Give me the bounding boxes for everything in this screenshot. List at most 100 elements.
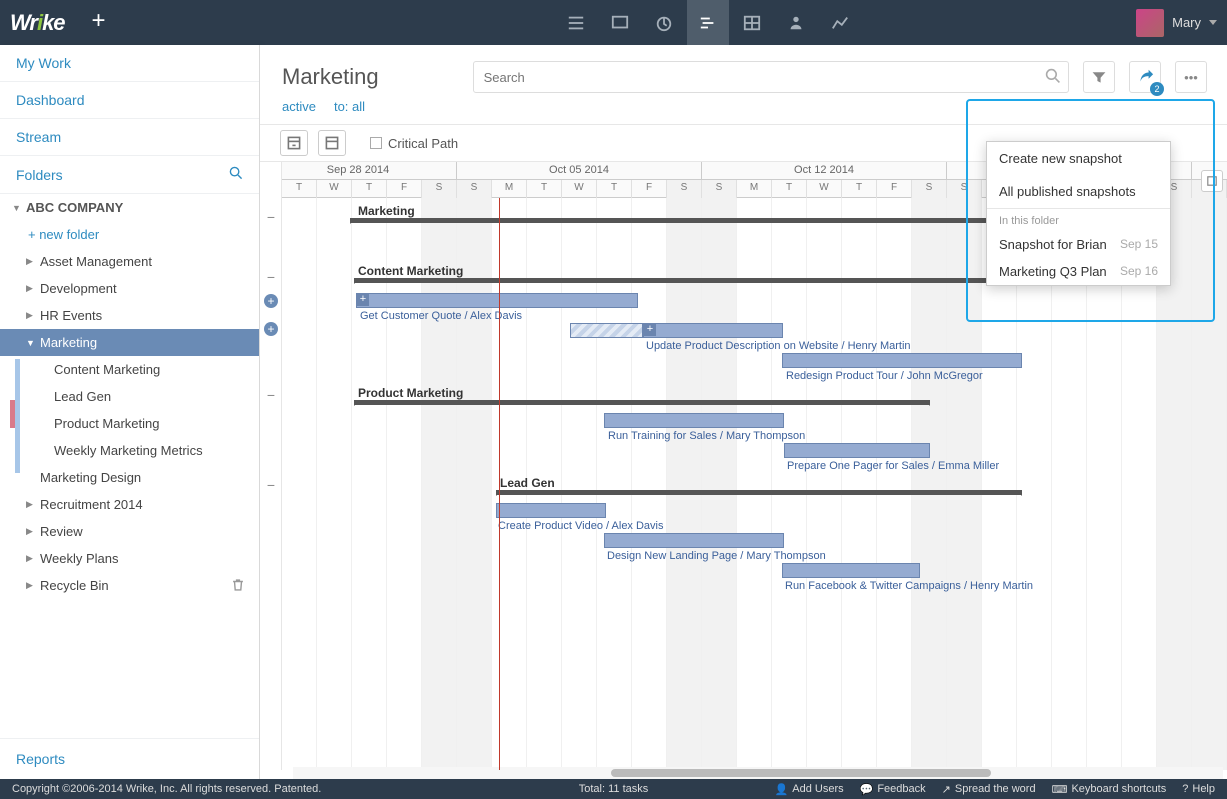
dd-all-snapshots[interactable]: All published snapshots [987, 175, 1170, 208]
task-bar[interactable] [782, 563, 920, 578]
tree-item[interactable]: ▶Weekly Plans [0, 545, 259, 572]
analytics-icon[interactable] [819, 0, 861, 45]
collapse-toggle[interactable]: − [260, 206, 282, 228]
day-cell: T [527, 180, 562, 198]
view-switcher [555, 0, 861, 45]
nav-stream[interactable]: Stream [0, 119, 259, 156]
search-icon[interactable] [229, 166, 243, 183]
day-cell: F [387, 180, 422, 198]
day-cell: M [737, 180, 772, 198]
day-cell: W [317, 180, 352, 198]
nav-reports[interactable]: Reports [0, 738, 259, 779]
nav-folders[interactable]: Folders [0, 156, 259, 194]
screen-view-icon[interactable] [599, 0, 641, 45]
tree-item[interactable]: ▶HR Events [0, 302, 259, 329]
new-folder-link[interactable]: + new folder [0, 221, 259, 248]
task-bar[interactable] [570, 323, 643, 338]
share-button[interactable]: 2 [1129, 61, 1161, 93]
expand-all-button[interactable] [280, 130, 308, 156]
search-icon[interactable] [1045, 68, 1061, 87]
add-task-icon[interactable]: + [264, 294, 278, 308]
footer-add-users[interactable]: 👤 Add Users [775, 783, 844, 796]
footer-shortcuts[interactable]: ⌨ Keyboard shortcuts [1052, 783, 1167, 796]
day-cell: T [842, 180, 877, 198]
day-cell: W [562, 180, 597, 198]
footer-help[interactable]: ? Help [1182, 783, 1215, 796]
day-cell: S [947, 180, 982, 198]
add-task-icon[interactable]: + [264, 322, 278, 336]
tree-child[interactable]: Product Marketing [0, 410, 259, 437]
group-header: Lead Gen [500, 476, 555, 490]
collapse-toggle[interactable]: − [260, 266, 282, 288]
more-button[interactable]: ••• [1175, 61, 1207, 93]
tree-company[interactable]: ▼ABC COMPANY [0, 194, 259, 221]
day-cell: S [702, 180, 737, 198]
trash-icon [231, 578, 245, 595]
user-name: Mary [1172, 15, 1201, 30]
dd-create-snapshot[interactable]: Create new snapshot [987, 142, 1170, 175]
add-button[interactable]: + [85, 9, 113, 37]
footer-feedback[interactable]: 💬 Feedback [860, 783, 926, 796]
group-header: Product Marketing [358, 386, 463, 400]
tree-recycle-bin[interactable]: ▶Recycle Bin [0, 572, 259, 599]
filter-to[interactable]: to: all [334, 99, 365, 114]
task-bar[interactable] [356, 293, 638, 308]
day-cell: S [667, 180, 702, 198]
user-menu[interactable]: Mary [1136, 9, 1217, 37]
tree-accent-bar-pink [10, 400, 15, 428]
day-cell: F [632, 180, 667, 198]
tree-child[interactable]: Lead Gen [0, 383, 259, 410]
task-bar[interactable] [496, 503, 606, 518]
timeline-left-gutter: − − + + − − [260, 162, 282, 770]
tree-item[interactable]: ▶Asset Management [0, 248, 259, 275]
dd-snapshot-item[interactable]: Marketing Q3 Plan Sep 16 [987, 258, 1170, 285]
tree-item-marketing[interactable]: ▼Marketing [0, 329, 259, 356]
task-label: Redesign Product Tour / John McGregor [786, 370, 983, 382]
tree-child[interactable]: Weekly Marketing Metrics [0, 437, 259, 464]
collapse-toggle[interactable]: − [260, 384, 282, 406]
fullscreen-button[interactable] [1201, 170, 1223, 192]
collapse-toggle[interactable]: − [260, 474, 282, 496]
task-marker-icon[interactable]: + [357, 294, 369, 306]
timeline-view-icon[interactable] [687, 0, 729, 45]
nav-my-work[interactable]: My Work [0, 45, 259, 82]
share-badge: 2 [1150, 82, 1164, 96]
folder-tree: ▼ABC COMPANY + new folder ▶Asset Managem… [0, 194, 259, 738]
footer-spread[interactable]: ↗ Spread the word [942, 783, 1036, 796]
share-dropdown: Create new snapshot All published snapsh… [986, 141, 1171, 286]
task-marker-icon[interactable]: + [644, 324, 656, 336]
main-header: Marketing 2 ••• [260, 45, 1227, 99]
list-view-icon[interactable] [555, 0, 597, 45]
day-cell: S [457, 180, 492, 198]
footer: Copyright ©2006-2014 Wrike, Inc. All rig… [0, 779, 1227, 799]
tree-item[interactable]: ▶Review [0, 518, 259, 545]
task-bar[interactable] [604, 533, 784, 548]
collapse-all-button[interactable] [318, 130, 346, 156]
main-panel: Marketing 2 ••• active to: all Critical … [260, 45, 1227, 779]
horizontal-scrollbar[interactable] [293, 767, 1223, 779]
filter-button[interactable] [1083, 61, 1115, 93]
task-label: Run Facebook & Twitter Campaigns / Henry… [785, 580, 1033, 592]
task-bar[interactable] [643, 323, 783, 338]
task-bar[interactable] [782, 353, 1022, 368]
tree-item[interactable]: ▶Development [0, 275, 259, 302]
task-total: Total: 11 tasks [579, 783, 649, 795]
search-input[interactable] [473, 61, 1069, 93]
scrollbar-thumb[interactable] [611, 769, 991, 777]
avatar [1136, 9, 1164, 37]
tree-item[interactable]: ▶Recruitment 2014 [0, 491, 259, 518]
workload-icon[interactable] [775, 0, 817, 45]
week-label: Sep 28 2014 [260, 162, 457, 179]
task-bar[interactable] [604, 413, 784, 428]
timer-icon[interactable] [643, 0, 685, 45]
critical-path-toggle[interactable]: Critical Path [370, 136, 458, 151]
dd-snapshot-item[interactable]: Snapshot for Brian Sep 15 [987, 231, 1170, 258]
table-view-icon[interactable] [731, 0, 773, 45]
day-cell: M [492, 180, 527, 198]
group-bar [350, 218, 1022, 223]
tree-item[interactable]: Marketing Design [0, 464, 259, 491]
tree-child[interactable]: Content Marketing [0, 356, 259, 383]
filter-active[interactable]: active [282, 99, 316, 114]
nav-dashboard[interactable]: Dashboard [0, 82, 259, 119]
task-bar[interactable] [784, 443, 930, 458]
